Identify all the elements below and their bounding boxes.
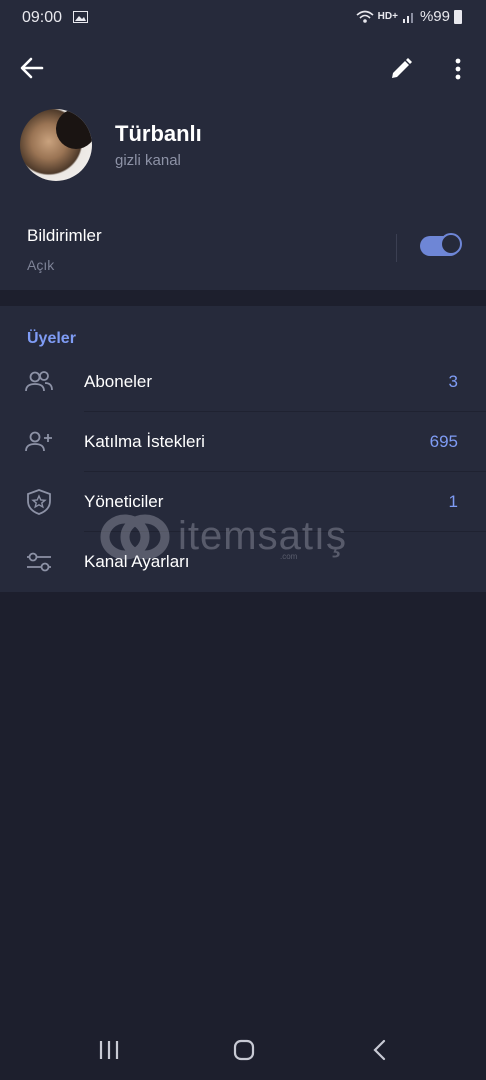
- channel-name: Türbanlı: [115, 121, 202, 146]
- row-label-join-requests: Katılma İstekleri: [84, 432, 205, 451]
- row-label-admins: Yöneticiler: [84, 492, 164, 511]
- watermark-logo-icon: [100, 514, 170, 560]
- back-nav-icon[interactable]: [370, 1038, 390, 1062]
- battery-percent: %99: [419, 8, 450, 25]
- back-arrow-icon[interactable]: [18, 56, 46, 80]
- gallery-icon: [73, 11, 88, 23]
- network-type: HD+: [377, 11, 398, 22]
- home-icon[interactable]: [232, 1038, 256, 1062]
- more-vert-icon[interactable]: [448, 56, 468, 82]
- settings-sliders-icon: [27, 552, 51, 572]
- channel-type: gizli kanal: [115, 152, 181, 169]
- row-value-join-requests: 695: [429, 432, 458, 451]
- wifi-icon: [356, 10, 374, 23]
- notifications-toggle[interactable]: [420, 233, 462, 256]
- watermark: itemsatış .com: [100, 512, 390, 568]
- admin-shield-icon: [27, 489, 51, 515]
- row-value-admins: 1: [448, 492, 458, 511]
- signal-icon: [402, 12, 413, 23]
- toggle-knob: [440, 233, 462, 255]
- status-bar: 09:00 HD+ %99: [0, 0, 486, 36]
- add-person-icon: [25, 431, 52, 452]
- pencil-icon[interactable]: [388, 56, 414, 82]
- row-join-requests[interactable]: Katılma İstekleri 695: [0, 412, 486, 472]
- navigation-bar: [0, 1020, 486, 1080]
- recent-apps-icon[interactable]: [98, 1038, 120, 1062]
- section-title-members: Üyeler: [27, 330, 76, 347]
- row-label-subscribers: Aboneler: [84, 372, 153, 391]
- watermark-subtext: .com: [280, 552, 298, 561]
- row-value-subscribers: 3: [448, 372, 458, 391]
- notifications-status: Açık: [27, 257, 55, 273]
- people-icon: [25, 371, 53, 392]
- notifications-row[interactable]: Bildirimler Açık: [0, 206, 486, 290]
- row-subscribers[interactable]: Aboneler 3: [0, 352, 486, 412]
- battery-icon: [454, 9, 462, 24]
- avatar-shadow: [56, 109, 92, 149]
- status-time: 09:00: [22, 9, 63, 26]
- status-right-group: HD+ %99: [356, 8, 462, 25]
- channel-avatar[interactable]: [20, 109, 92, 181]
- watermark-text: itemsatış: [178, 514, 348, 558]
- notifications-title: Bildirimler: [27, 226, 102, 245]
- divider: [396, 234, 397, 262]
- channel-header: Türbanlı gizli kanal: [0, 36, 486, 206]
